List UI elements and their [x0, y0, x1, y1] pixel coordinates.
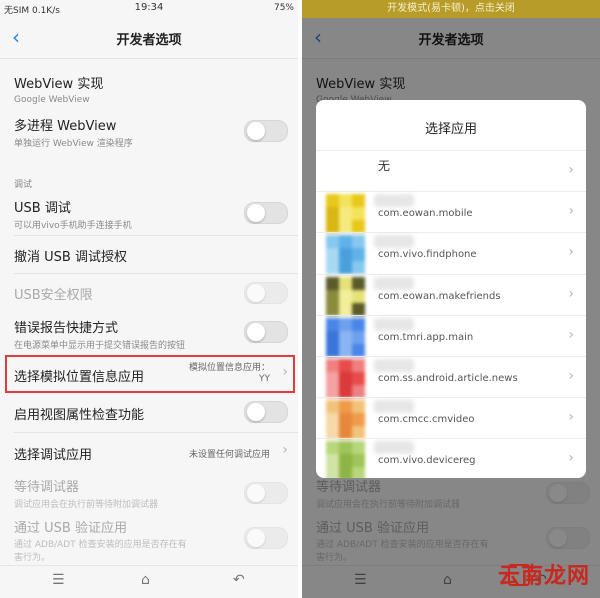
multiprocess-webview-row[interactable]: 多进程 WebView 单独运行 WebView 渲染程序 — [0, 111, 298, 151]
developer-options-screen: 无SIM 0.1K/s 19:34 75% ‹ 开发者选项 WebView 实现… — [0, 0, 298, 598]
bug-report-shortcut-row[interactable]: 错误报告快捷方式 在电源菜单中显示用于提交错误报告的按钮 — [0, 313, 298, 353]
app-package-name: com.vivo.findphone — [378, 249, 477, 261]
row-subtitle: 通过 ADB/ADT 检查安装的应用是否存在有 — [14, 540, 187, 550]
app-icon — [326, 276, 365, 316]
view-attribute-inspection-row[interactable]: 启用视图属性检查功能 — [0, 395, 298, 429]
status-time: 19:34 — [134, 2, 164, 13]
app-icon — [326, 400, 365, 440]
app-icon — [326, 359, 365, 398]
page-title: 开发者选项 — [116, 33, 182, 48]
app-icon — [326, 194, 365, 234]
app-package-name: com.eowan.mobile — [378, 208, 473, 220]
view-attribute-toggle[interactable] — [244, 401, 288, 423]
back-nav-icon[interactable]: ↶ — [233, 572, 245, 588]
chevron-right-icon: › — [568, 244, 574, 261]
blurred-app-label — [374, 276, 414, 290]
chevron-right-icon: › — [568, 450, 574, 467]
chevron-right-icon: › — [568, 203, 574, 220]
row-title: 撤消 USB 调试授权 — [14, 250, 127, 265]
usb-security-row[interactable]: USB安全权限 — [0, 275, 298, 309]
row-title: WebView 实现 — [14, 77, 104, 92]
home-icon[interactable]: ⌂ — [141, 572, 150, 588]
select-debug-app-row[interactable]: 选择调试应用 未设置任何调试应用 › — [0, 435, 298, 469]
app-icon — [326, 317, 365, 357]
dialog-title: 选择应用 — [424, 122, 477, 137]
blurred-app-label — [374, 235, 414, 249]
row-subtitle: Google WebView — [14, 95, 90, 105]
app-list-item[interactable]: com.ss.android.article.news › — [316, 356, 586, 398]
debug-app-value: 未设置任何调试应用 — [188, 450, 270, 460]
nav-bar: ☰ ⌂ ↶ — [0, 565, 298, 598]
app-list-item[interactable]: com.eowan.makefriends › — [316, 273, 586, 316]
usb-debug-row[interactable]: USB 调试 可以用vivo手机助手连接手机 — [0, 193, 298, 233]
chevron-right-icon: › — [568, 326, 574, 343]
webview-impl-row[interactable]: WebView 实现 Google WebView — [0, 69, 298, 109]
app-list-item[interactable]: 无 › — [316, 150, 586, 192]
row-title: 选择调试应用 — [14, 448, 93, 463]
row-title: USB安全权限 — [14, 288, 93, 303]
app-package-name: com.tmri.app.main — [378, 331, 474, 343]
chevron-right-icon: › — [568, 285, 574, 302]
row-subtitle-2: 害行为。 — [14, 553, 51, 563]
verify-apps-usb-row[interactable]: 通过 USB 验证应用 通过 ADB/ADT 检查安装的应用是否存在有 害行为。 — [0, 515, 298, 565]
watermark: 云南龙网 — [497, 564, 590, 589]
blurred-app-label — [374, 400, 414, 414]
row-title: USB 调试 — [14, 201, 71, 216]
select-app-screen: 开发模式(易卡顿)，点击关闭 ‹ 开发者选项 WebView 实现 Google… — [302, 0, 600, 598]
row-subtitle: 可以用vivo手机助手连接手机 — [14, 221, 132, 231]
chevron-right-icon: › — [568, 409, 574, 426]
wait-for-debugger-row[interactable]: 等待调试器 调试应用会在执行前等待附加调试器 — [0, 473, 298, 513]
dev-mode-banner[interactable]: 开发模式(易卡顿)，点击关闭 — [302, 0, 600, 18]
row-title: 等待调试器 — [14, 480, 80, 495]
divider — [14, 273, 298, 274]
blurred-app-label — [374, 194, 414, 208]
divider — [14, 432, 298, 433]
app-package-name: com.ss.android.article.news — [378, 373, 518, 384]
app-package-name: com.cmcc.cmvideo — [378, 414, 475, 426]
wait-debugger-toggle[interactable] — [244, 482, 288, 504]
usb-debug-toggle[interactable] — [244, 202, 288, 224]
app-list-item[interactable]: com.vivo.findphone › — [316, 232, 586, 275]
section-debug: 调试 — [14, 180, 33, 190]
app-package-name: com.vivo.devicereg — [378, 455, 476, 467]
app-list-item[interactable]: com.cmcc.cmvideo › — [316, 397, 586, 440]
multiprocess-webview-toggle[interactable] — [244, 120, 288, 142]
row-title: 启用视图属性检查功能 — [14, 408, 145, 423]
blurred-app-label — [374, 317, 414, 331]
blurred-app-label — [374, 441, 414, 455]
app-icon — [326, 441, 365, 478]
bug-report-toggle[interactable] — [244, 321, 288, 343]
app-list-item[interactable]: com.tmri.app.main › — [316, 314, 586, 357]
blurred-app-label — [374, 359, 414, 372]
status-bar: 无SIM 0.1K/s 19:34 75% — [0, 0, 298, 18]
settings-list: WebView 实现 Google WebView 多进程 WebView 单独… — [0, 59, 298, 566]
app-package-name: 无 — [378, 159, 391, 173]
row-subtitle: 在电源菜单中显示用于提交错误报告的按钮 — [14, 341, 186, 351]
status-battery: 75% — [273, 3, 294, 13]
select-app-dialog: 选择应用 无 › com.eowan.mobile › com.vivo.findpho… — [316, 100, 586, 478]
verify-apps-toggle[interactable] — [244, 527, 288, 549]
app-list-item[interactable]: com.eowan.mobile › — [316, 191, 586, 234]
chevron-right-icon: › — [568, 162, 574, 178]
row-title: 通过 USB 验证应用 — [14, 521, 127, 536]
row-title: 多进程 WebView — [14, 119, 117, 134]
chevron-right-icon: › — [568, 368, 574, 384]
app-package-name: com.eowan.makefriends — [378, 290, 501, 302]
usb-security-toggle[interactable] — [244, 282, 288, 304]
row-subtitle: 单独运行 WebView 渲染程序 — [14, 139, 133, 149]
app-list-item[interactable]: com.vivo.devicereg › — [316, 438, 586, 478]
row-subtitle: 调试应用会在执行前等待附加调试器 — [14, 500, 159, 510]
chevron-right-icon: › — [282, 442, 288, 458]
divider — [14, 235, 298, 236]
menu-icon[interactable]: ☰ — [52, 572, 65, 588]
app-icon — [326, 235, 365, 275]
row-title: 错误报告快捷方式 — [14, 321, 119, 336]
title-bar: ‹ 开发者选项 — [0, 18, 298, 59]
highlight-box — [5, 355, 295, 393]
revoke-usb-auth-row[interactable]: 撤消 USB 调试授权 — [0, 237, 298, 271]
